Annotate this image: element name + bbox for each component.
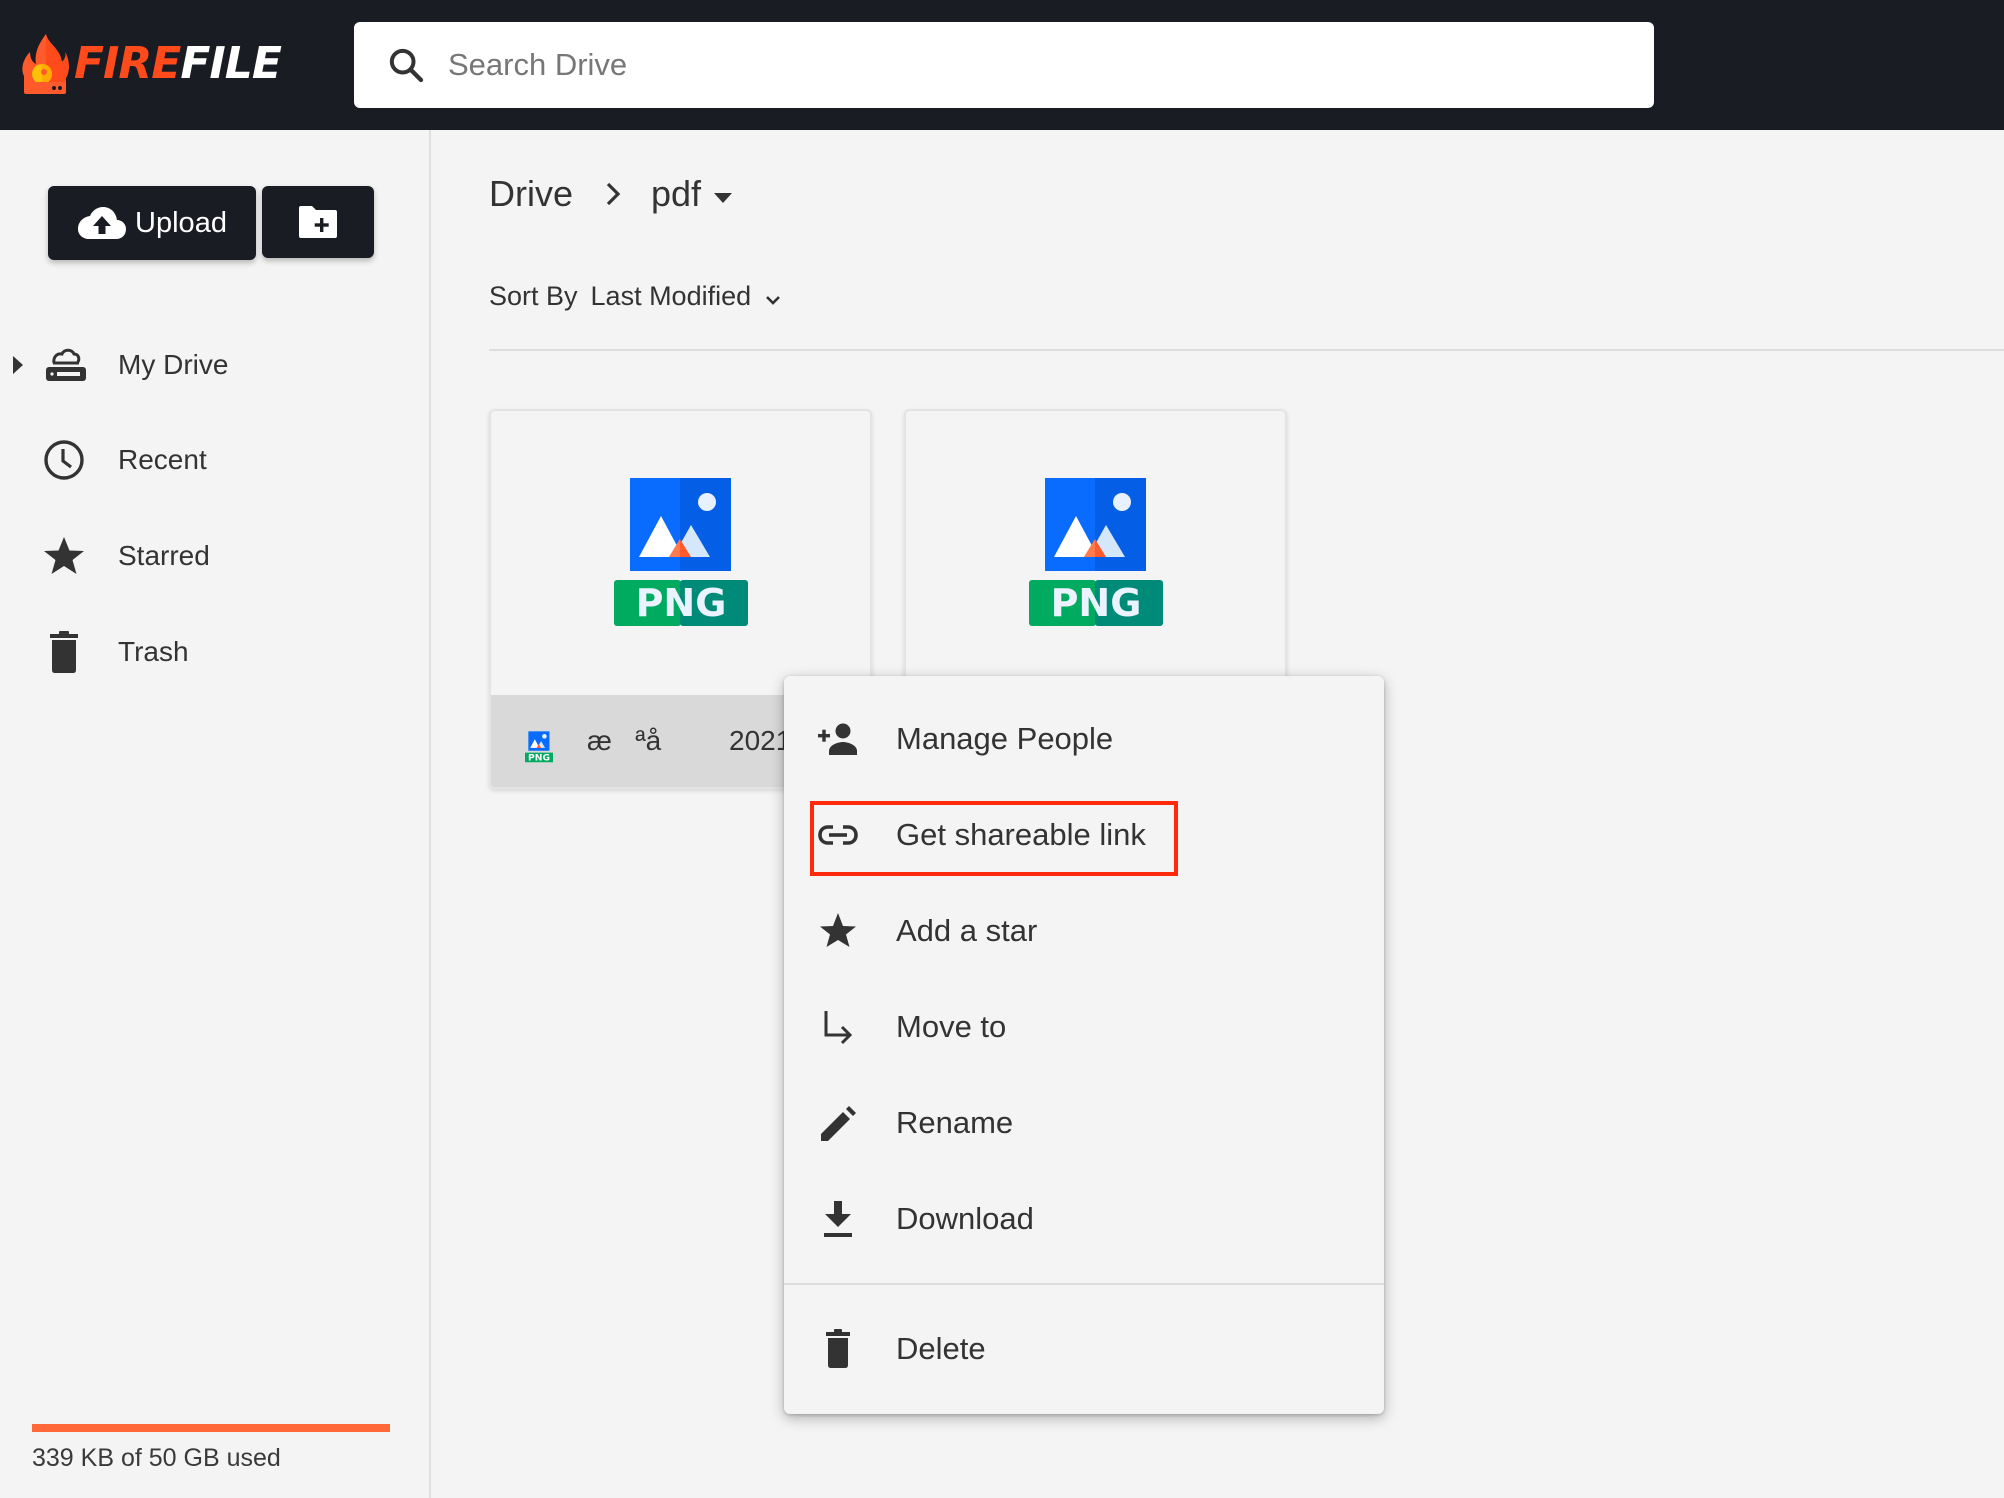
menu-item-rename[interactable]: Rename (784, 1078, 1384, 1168)
sidebar-item-recent[interactable]: Recent (0, 420, 430, 500)
search-icon[interactable] (386, 45, 426, 85)
chevron-right-icon (606, 182, 621, 206)
sidebar-item-label: Starred (118, 540, 210, 571)
file-context-menu: Manage People Get shareable link Add a s… (784, 676, 1384, 1414)
breadcrumb: Drive pdf (489, 168, 733, 220)
menu-item-label: Rename (896, 1105, 1014, 1140)
menu-item-label: Delete (896, 1331, 986, 1366)
sidebar-item-label: Trash (118, 636, 189, 667)
breadcrumb-current-folder[interactable]: pdf (651, 173, 733, 215)
png-file-icon: PNG (613, 478, 748, 626)
flame-logo-icon (22, 34, 69, 94)
breadcrumb-current-label: pdf (651, 173, 702, 214)
menu-item-label: Manage People (896, 721, 1114, 756)
storage-progress-fill (32, 1424, 390, 1432)
sort-dropdown[interactable]: Last Modified (591, 281, 782, 312)
star-icon (44, 537, 84, 574)
new-folder-button[interactable] (262, 186, 374, 258)
chevron-down-icon (766, 296, 781, 305)
app-header: FIREFILE (0, 0, 2004, 130)
menu-item-label: Get shareable link (896, 817, 1146, 852)
drive-icon (46, 348, 86, 381)
menu-item-get-shareable-link[interactable]: Get shareable link (784, 790, 1384, 880)
file-thumbnail: PNG (906, 411, 1285, 695)
content-divider (489, 349, 2004, 351)
sidebar-item-label: Recent (118, 444, 207, 475)
sidebar: Upload My Drive Recent Starred Trash 339… (0, 130, 431, 1498)
search-input[interactable] (448, 35, 1598, 95)
download-icon (824, 1201, 852, 1237)
upload-button[interactable]: Upload (48, 186, 256, 260)
new-folder-icon (299, 206, 337, 238)
svg-text:PNG: PNG (528, 753, 550, 763)
sidebar-item-starred[interactable]: Starred (0, 516, 430, 596)
expand-caret-icon[interactable] (12, 355, 24, 375)
png-file-icon: PNG (525, 731, 553, 763)
sidebar-item-trash[interactable]: Trash (0, 612, 430, 692)
menu-item-delete[interactable]: Delete (784, 1304, 1384, 1394)
menu-item-manage-people[interactable]: Manage People (784, 694, 1384, 784)
svg-text:PNG: PNG (1050, 581, 1141, 625)
file-name: æ ªå (587, 725, 662, 756)
firefile-logo[interactable]: FIREFILE (20, 26, 300, 102)
sort-label: Sort By (489, 280, 578, 311)
trash-icon (50, 631, 78, 673)
sidebar-item-my-drive[interactable]: My Drive (0, 325, 430, 405)
clock-icon (44, 440, 84, 480)
menu-item-label: Download (896, 1201, 1034, 1236)
logo-fire: FIRE (74, 38, 181, 89)
menu-item-label: Move to (896, 1009, 1007, 1044)
menu-item-label: Add a star (896, 913, 1038, 948)
sort-control: Sort By Last Modified (489, 276, 781, 316)
link-icon (818, 825, 858, 845)
storage-progress-bar (32, 1424, 390, 1432)
move-arrow-icon (824, 1011, 853, 1045)
storage-usage-text: 339 KB of 50 GB used (32, 1444, 281, 1472)
file-thumbnail: PNG (491, 411, 870, 695)
menu-item-move-to[interactable]: Move to (784, 982, 1384, 1072)
star-icon (820, 913, 856, 947)
search-bar[interactable] (354, 22, 1654, 108)
sort-value: Last Modified (590, 280, 752, 311)
breadcrumb-root[interactable]: Drive (489, 173, 573, 215)
file-date: 2021 (729, 725, 792, 756)
person-add-icon (818, 723, 857, 755)
menu-item-download[interactable]: Download (784, 1174, 1384, 1264)
cloud-upload-icon (78, 207, 127, 239)
svg-text:PNG: PNG (635, 581, 726, 625)
sidebar-item-label: My Drive (118, 349, 229, 380)
pencil-icon (821, 1106, 856, 1141)
png-file-icon: PNG (1028, 478, 1163, 626)
logo-file: FILE (180, 38, 282, 89)
caret-down-icon (714, 193, 733, 203)
logo-wordmark: FIREFILE (74, 42, 282, 86)
trash-icon (826, 1329, 850, 1368)
upload-label: Upload (135, 206, 227, 239)
menu-divider (784, 1283, 1384, 1285)
menu-item-add-star[interactable]: Add a star (784, 886, 1384, 976)
